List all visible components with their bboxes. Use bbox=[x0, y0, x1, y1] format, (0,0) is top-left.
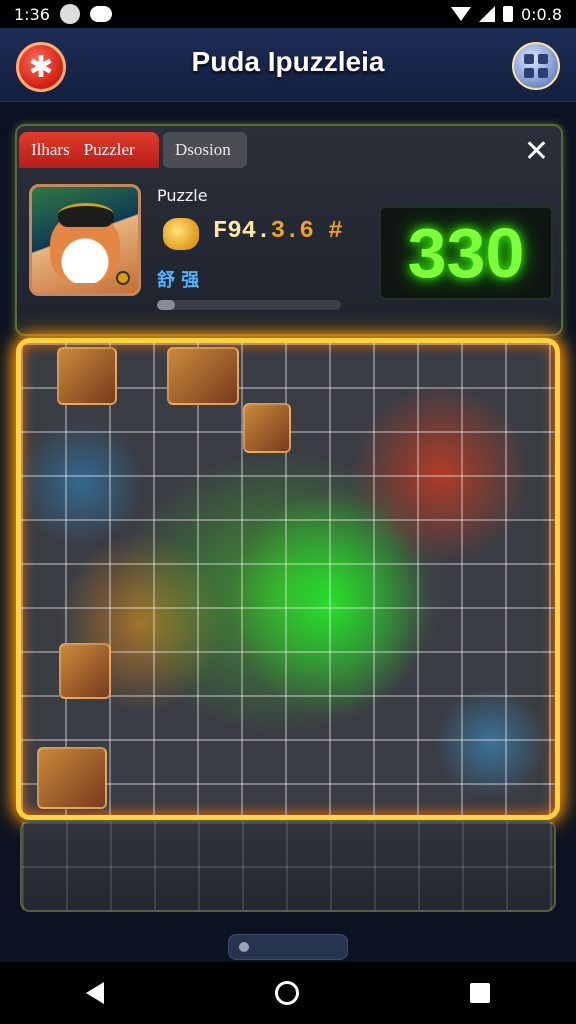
character-avatar bbox=[29, 184, 141, 296]
score-main: F94. bbox=[213, 218, 271, 245]
menu-dot bbox=[538, 54, 548, 64]
grid-menu-icon[interactable] bbox=[512, 42, 560, 90]
tray-grid bbox=[22, 822, 554, 910]
system-nav-bar bbox=[0, 962, 576, 1024]
tab-dsosion[interactable]: Dsosion bbox=[163, 132, 247, 168]
status-time: 1:36 bbox=[14, 4, 50, 24]
puzzle-piece[interactable] bbox=[59, 643, 111, 699]
menu-dot bbox=[524, 54, 534, 64]
tab-label: Ilhars bbox=[31, 140, 70, 159]
app-notification-icon bbox=[59, 4, 80, 24]
puzzle-board[interactable] bbox=[16, 338, 560, 820]
puzzle-piece[interactable] bbox=[37, 747, 107, 809]
puzzle-piece[interactable] bbox=[167, 347, 239, 405]
wifi-icon bbox=[450, 7, 471, 21]
info-panel: Ilhars Puzzler Dsosion ✕ Puzzle F94.3.6 … bbox=[15, 124, 563, 336]
score-text: F94.3.6 # bbox=[213, 218, 343, 245]
puzzle-label: Puzzle bbox=[157, 186, 208, 205]
tab-label: Puzzler bbox=[83, 140, 135, 159]
score-highlight: 3.6 # bbox=[270, 218, 343, 245]
sub-text: 舒 强 bbox=[157, 270, 200, 291]
progress-bar bbox=[157, 300, 341, 310]
game-header: ✱ Puda Ipuzzleia bbox=[0, 28, 576, 102]
score-counter: 330 bbox=[379, 206, 553, 300]
menu-dot bbox=[524, 68, 534, 78]
gold-coin-icon bbox=[163, 218, 199, 250]
handle-dot-icon bbox=[239, 942, 249, 952]
avatar-hat bbox=[58, 203, 114, 227]
game-title: Puda Ipuzzleia bbox=[191, 46, 385, 77]
panel-close-icon[interactable]: ✕ bbox=[524, 134, 549, 169]
home-icon[interactable] bbox=[274, 981, 299, 1005]
avatar-badge-icon bbox=[116, 271, 130, 285]
tab-active[interactable]: Ilhars Puzzler bbox=[19, 132, 159, 168]
tray-handle[interactable] bbox=[228, 934, 348, 960]
battery-text: 0:0.8 bbox=[520, 4, 562, 24]
back-icon[interactable] bbox=[85, 982, 104, 1004]
battery-icon bbox=[502, 6, 513, 22]
puzzle-piece[interactable] bbox=[57, 347, 117, 405]
message-notification-icon bbox=[89, 6, 112, 22]
recent-apps-icon[interactable] bbox=[470, 983, 491, 1003]
puzzle-piece[interactable] bbox=[243, 403, 291, 453]
progress-fill bbox=[157, 300, 176, 310]
piece-tray[interactable] bbox=[20, 820, 556, 912]
menu-dot bbox=[538, 68, 548, 78]
status-bar: 1:36 0:0.8 bbox=[0, 0, 576, 28]
signal-icon bbox=[478, 6, 495, 22]
